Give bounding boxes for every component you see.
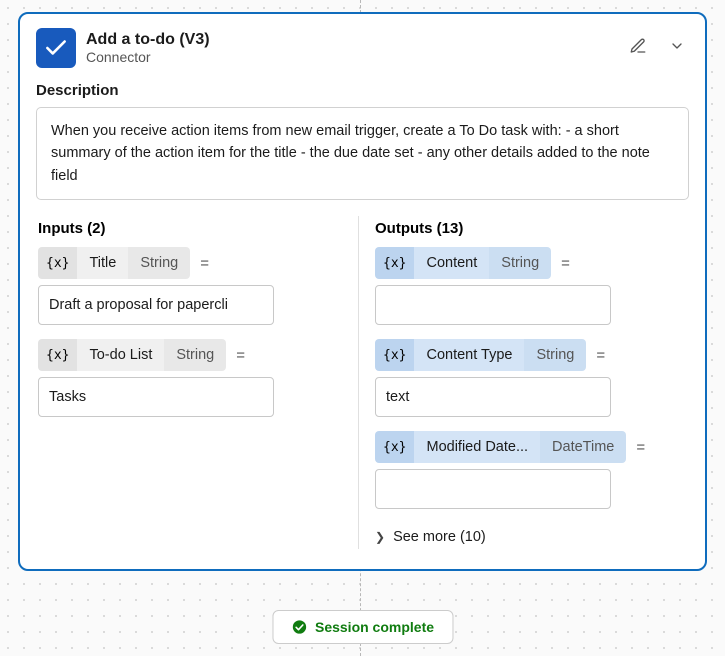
card-title: Add a to-do (V3) [86, 31, 615, 49]
header-actions [625, 33, 689, 64]
fx-icon: {x} [38, 247, 77, 279]
output-value-field[interactable] [375, 469, 611, 509]
chevron-down-icon[interactable] [665, 34, 689, 63]
outputs-column: Outputs (13) {x} Content String = {x} Co… [359, 216, 689, 549]
output-param: {x} Content Type String = [375, 339, 679, 371]
param-chip[interactable]: {x} To-do List String [38, 339, 226, 371]
outputs-heading: Outputs (13) [375, 220, 679, 237]
fx-icon: {x} [38, 339, 77, 371]
param-type: String [489, 247, 551, 279]
fx-icon: {x} [375, 247, 414, 279]
header-titles: Add a to-do (V3) Connector [86, 31, 615, 65]
param-chip[interactable]: {x} Content Type String [375, 339, 586, 371]
session-status-pill: Session complete [272, 610, 453, 644]
param-type: String [164, 339, 226, 371]
equals-sign: = [557, 255, 574, 272]
param-name: Modified Date... [414, 431, 540, 463]
description-label: Description [36, 82, 689, 99]
card-header: Add a to-do (V3) Connector [36, 28, 689, 68]
description-box: When you receive action items from new e… [36, 107, 689, 200]
action-card: Add a to-do (V3) Connector Description W… [18, 12, 707, 571]
equals-sign: = [232, 347, 249, 364]
equals-sign: = [592, 347, 609, 364]
fx-icon: {x} [375, 431, 414, 463]
equals-sign: = [632, 439, 649, 456]
io-row: Inputs (2) {x} Title String = {x} To-do … [36, 216, 689, 549]
param-chip[interactable]: {x} Title String [38, 247, 190, 279]
input-param: {x} Title String = [38, 247, 342, 279]
fx-icon: {x} [375, 339, 414, 371]
inputs-column: Inputs (2) {x} Title String = {x} To-do … [36, 216, 359, 549]
check-circle-icon [291, 619, 307, 635]
output-value-field[interactable] [375, 285, 611, 325]
param-name: Content [414, 247, 489, 279]
param-type: String [128, 247, 190, 279]
param-chip[interactable]: {x} Content String [375, 247, 551, 279]
see-more-label: See more (10) [393, 529, 486, 545]
todo-app-icon [36, 28, 76, 68]
param-name: Title [77, 247, 128, 279]
edit-icon[interactable] [625, 33, 651, 64]
equals-sign: = [196, 255, 213, 272]
output-param: {x} Content String = [375, 247, 679, 279]
input-value-field[interactable] [38, 377, 274, 417]
input-value-field[interactable] [38, 285, 274, 325]
inputs-heading: Inputs (2) [38, 220, 342, 237]
chevron-right-icon: ❯ [375, 530, 385, 544]
output-param: {x} Modified Date... DateTime = [375, 431, 679, 463]
param-name: To-do List [77, 339, 164, 371]
output-value-field[interactable] [375, 377, 611, 417]
param-chip[interactable]: {x} Modified Date... DateTime [375, 431, 626, 463]
session-status-label: Session complete [315, 619, 434, 635]
param-name: Content Type [414, 339, 524, 371]
param-type: DateTime [540, 431, 626, 463]
card-subtitle: Connector [86, 49, 615, 65]
param-type: String [524, 339, 586, 371]
input-param: {x} To-do List String = [38, 339, 342, 371]
see-more-button[interactable]: ❯ See more (10) [375, 525, 486, 549]
